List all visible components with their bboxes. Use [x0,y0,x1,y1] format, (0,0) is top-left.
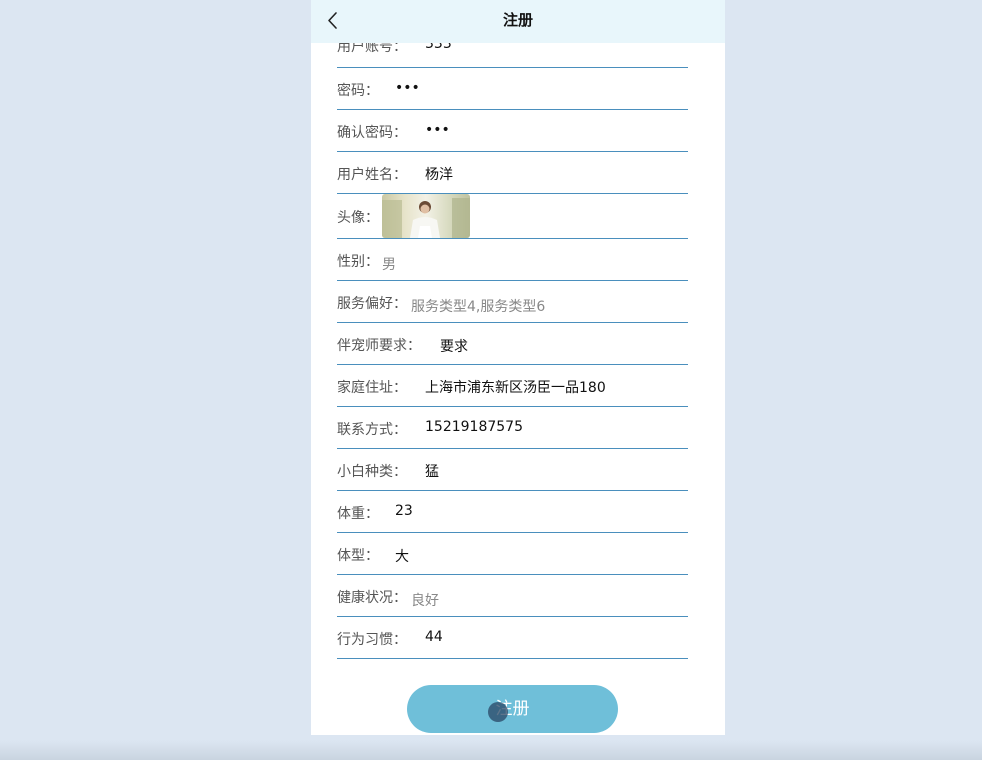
name-label: 用户姓名： [337,167,407,183]
password-field[interactable]: 密码： ••• [337,68,688,110]
registration-form: 用户账号： 333 密码： ••• 确认密码： ••• 用户姓名： 杨洋 头像： [337,26,688,659]
gender-value[interactable]: 男 [382,254,396,274]
pet-type-label: 小白种类： [337,464,407,480]
contact-field[interactable]: 联系方式： 15219187575 [337,407,688,449]
weight-value[interactable]: 23 [395,503,413,519]
weight-label: 体重： [337,506,379,522]
confirm-password-label: 确认密码： [337,125,407,141]
register-button[interactable]: 注册 [407,685,618,733]
name-value[interactable]: 杨洋 [425,164,453,184]
contact-value[interactable]: 15219187575 [425,419,523,435]
page-title: 注册 [502,11,533,29]
password-value[interactable]: ••• [395,80,420,96]
habits-value[interactable]: 44 [425,629,443,645]
avatar-label: 头像： [337,210,379,226]
service-preference-label: 服务偏好： [337,296,407,312]
address-label: 家庭住址： [337,380,407,396]
pet-type-value[interactable]: 猛 [425,461,439,481]
weight-field[interactable]: 体重： 23 [337,491,688,533]
avatar-photo-icon [382,198,470,238]
service-preference-field[interactable]: 服务偏好： 服务类型4,服务类型6 [337,281,688,323]
body-type-label: 体型： [337,548,379,564]
address-field[interactable]: 家庭住址： 上海市浦东新区汤臣一品180 [337,365,688,407]
sitter-requirement-label: 伴宠师要求： [337,338,421,354]
gender-field[interactable]: 性别： 男 [337,239,688,281]
page-bottom-edge [0,740,982,760]
confirm-password-value[interactable]: ••• [425,122,450,138]
health-value[interactable]: 良好 [411,590,439,610]
header-bar: 注册 [311,0,725,43]
password-label: 密码： [337,83,379,99]
health-field[interactable]: 健康状况： 良好 [337,575,688,617]
body-type-value[interactable]: 大 [395,546,409,566]
pet-type-field[interactable]: 小白种类： 猛 [337,449,688,491]
address-value[interactable]: 上海市浦东新区汤臣一品180 [425,377,606,397]
contact-label: 联系方式： [337,422,407,438]
body-type-field[interactable]: 体型： 大 [337,533,688,575]
mobile-frame: 用户账号： 333 密码： ••• 确认密码： ••• 用户姓名： 杨洋 头像： [311,0,725,735]
confirm-password-field[interactable]: 确认密码： ••• [337,110,688,152]
name-field[interactable]: 用户姓名： 杨洋 [337,152,688,194]
avatar-field[interactable]: 头像： [337,194,688,239]
habits-field[interactable]: 行为习惯： 44 [337,617,688,659]
sitter-requirement-value[interactable]: 要求 [440,336,468,356]
gender-label: 性别： [337,254,379,270]
sitter-requirement-field[interactable]: 伴宠师要求： 要求 [337,323,688,365]
health-label: 健康状况： [337,590,407,606]
service-preference-value[interactable]: 服务类型4,服务类型6 [411,296,545,316]
avatar-image[interactable] [382,194,470,238]
habits-label: 行为习惯： [337,632,407,648]
cursor-indicator [488,702,508,722]
